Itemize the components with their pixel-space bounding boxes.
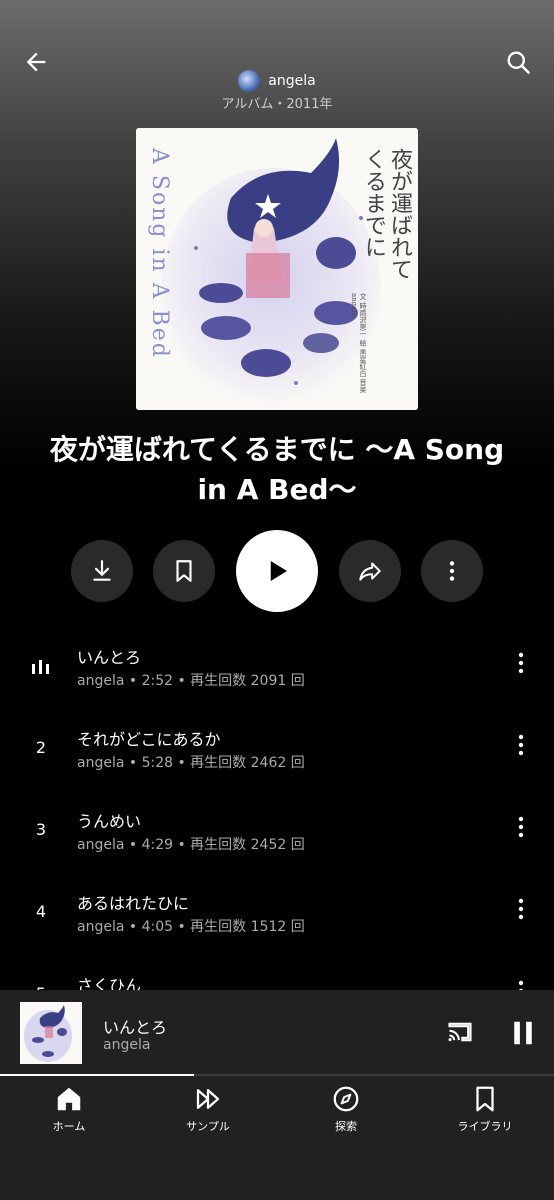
track-row-1[interactable]: いんとろ angela • 2:52 • 再生回数 2091 回	[0, 634, 554, 716]
track-more-button[interactable]	[506, 812, 536, 842]
track-title: あるはれたひに	[77, 894, 190, 913]
nav-explore[interactable]: 探索	[286, 1084, 406, 1134]
library-icon	[476, 1086, 494, 1112]
more-vertical-icon	[518, 652, 524, 674]
track-row-4[interactable]: 4 あるはれたひに angela • 4:05 • 再生回数 1512 回	[0, 880, 554, 962]
track-more-button[interactable]	[506, 648, 536, 678]
album-cover: A Song in A Bed 夜が運ばれてくるまでに 文 時雨沢恵一 絵 黒星…	[136, 128, 418, 410]
more-vertical-icon	[449, 561, 455, 581]
album-thumbnail-art	[24, 1005, 72, 1062]
more-options-button[interactable]	[421, 540, 483, 602]
track-number: 3	[35, 820, 47, 839]
track-meta: angela • 5:28 • 再生回数 2462 回	[77, 755, 305, 771]
nav-samples[interactable]: サンプル	[148, 1084, 268, 1134]
nav-explore-label: 探索	[335, 1120, 357, 1133]
artist-name: angela	[268, 73, 316, 89]
download-icon	[93, 560, 111, 581]
pause-button[interactable]	[508, 1018, 538, 1048]
nav-home-label: ホーム	[52, 1120, 86, 1133]
nav-library[interactable]: ライブラリ	[425, 1084, 545, 1134]
more-vertical-icon	[518, 816, 524, 838]
track-meta: angela • 4:05 • 再生回数 1512 回	[77, 919, 305, 935]
cover-credits: 文 時雨沢恵一 絵 黒星紅白 音楽 angela	[350, 293, 367, 393]
equalizer-icon	[32, 660, 49, 674]
more-vertical-icon	[518, 898, 524, 920]
more-vertical-icon	[518, 734, 524, 756]
mini-player-thumbnail	[20, 1002, 82, 1064]
mini-player-artist: angela	[103, 1037, 151, 1053]
bookmark-icon	[176, 560, 192, 582]
nav-home[interactable]: ホーム	[9, 1084, 129, 1134]
nav-library-label: ライブラリ	[457, 1120, 513, 1133]
mini-player[interactable]: いんとろ angela	[0, 990, 554, 1076]
cast-button[interactable]	[444, 1018, 478, 1048]
download-button[interactable]	[71, 540, 133, 602]
track-title: それがどこにあるか	[77, 730, 221, 749]
pause-icon	[514, 1021, 532, 1045]
track-number: 2	[35, 738, 47, 757]
explore-icon	[333, 1086, 359, 1112]
share-button[interactable]	[339, 540, 401, 602]
home-icon	[57, 1087, 81, 1111]
share-icon	[359, 562, 381, 581]
nav-samples-label: サンプル	[186, 1120, 230, 1133]
now-playing-indicator	[24, 658, 58, 678]
cover-english-title: A Song in A Bed	[147, 148, 172, 359]
track-meta: angela • 4:29 • 再生回数 2452 回	[77, 837, 305, 853]
play-button[interactable]	[236, 530, 318, 612]
track-row-2[interactable]: 2 それがどこにあるか angela • 5:28 • 再生回数 2462 回	[0, 716, 554, 798]
track-title: うんめい	[77, 812, 142, 831]
track-meta: angela • 2:52 • 再生回数 2091 回	[77, 673, 305, 689]
save-to-library-button[interactable]	[153, 540, 215, 602]
album-title: 夜が運ばれてくるまでに 〜A Song in A Bed〜	[49, 433, 505, 506]
track-row-3[interactable]: 3 うんめい angela • 4:29 • 再生回数 2452 回	[0, 798, 554, 880]
track-number: 4	[35, 902, 47, 921]
artist-avatar	[238, 70, 261, 92]
samples-icon	[196, 1089, 220, 1109]
track-title: いんとろ	[77, 648, 142, 667]
cover-japanese-title: 夜が運ばれてくるまでに	[361, 148, 412, 280]
mini-player-title: いんとろ	[103, 1018, 168, 1037]
track-more-button[interactable]	[506, 894, 536, 924]
play-icon	[270, 561, 287, 581]
bottom-navigation: ホーム サンプル 探索 ライブラリ	[0, 1076, 554, 1200]
album-subtitle: アルバム・2011年	[221, 97, 333, 112]
artist-link[interactable]: angela	[0, 70, 554, 92]
track-more-button[interactable]	[506, 730, 536, 760]
album-actions	[0, 530, 554, 612]
cast-icon	[448, 1022, 472, 1042]
